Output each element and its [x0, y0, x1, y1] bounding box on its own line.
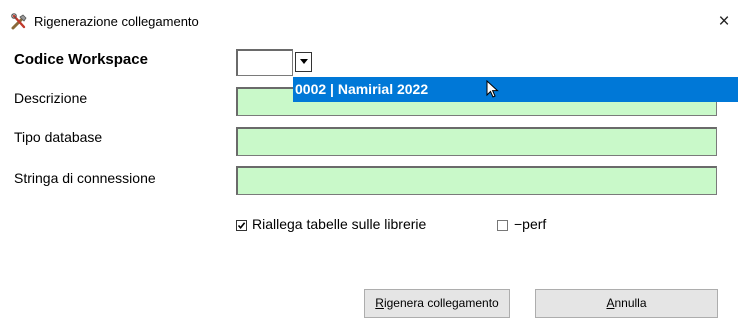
button-label: igenera collegamento — [383, 296, 499, 310]
button-label: nnulla — [614, 296, 647, 310]
dropdown-option[interactable]: 0002 | Namirial 2022 — [295, 81, 428, 97]
combo-dropdown-button[interactable] — [295, 52, 312, 72]
codice-workspace-combo[interactable] — [236, 49, 293, 76]
stringa-connessione-field[interactable] — [236, 166, 717, 195]
riallega-checkbox[interactable] — [236, 220, 247, 231]
tools-icon — [10, 13, 28, 31]
rigenera-collegamento-button[interactable]: Rigenera collegamento — [364, 289, 510, 318]
perf-checkbox[interactable] — [497, 220, 508, 231]
annulla-button[interactable]: Annulla — [535, 289, 718, 318]
tipo-database-label: Tipo database — [14, 129, 103, 145]
perf-label: −perf — [514, 216, 547, 232]
title-bar: Rigenerazione collegamento × — [0, 0, 738, 44]
checkmark-icon — [237, 222, 246, 230]
tipo-database-field[interactable] — [236, 127, 717, 156]
descrizione-label: Descrizione — [14, 90, 88, 106]
mouse-pointer-icon — [486, 79, 500, 105]
close-button[interactable]: × — [712, 9, 736, 35]
mnemonic-letter: R — [375, 296, 384, 310]
chevron-down-icon — [300, 59, 308, 64]
codice-workspace-label: Codice Workspace — [14, 51, 148, 68]
window-title: Rigenerazione collegamento — [34, 14, 199, 29]
stringa-connessione-label: Stringa di connessione — [14, 170, 156, 186]
workspace-dropdown-list: 0002 | Namirial 2022 — [293, 77, 738, 102]
riallega-label: Riallega tabelle sulle librerie — [252, 216, 427, 232]
